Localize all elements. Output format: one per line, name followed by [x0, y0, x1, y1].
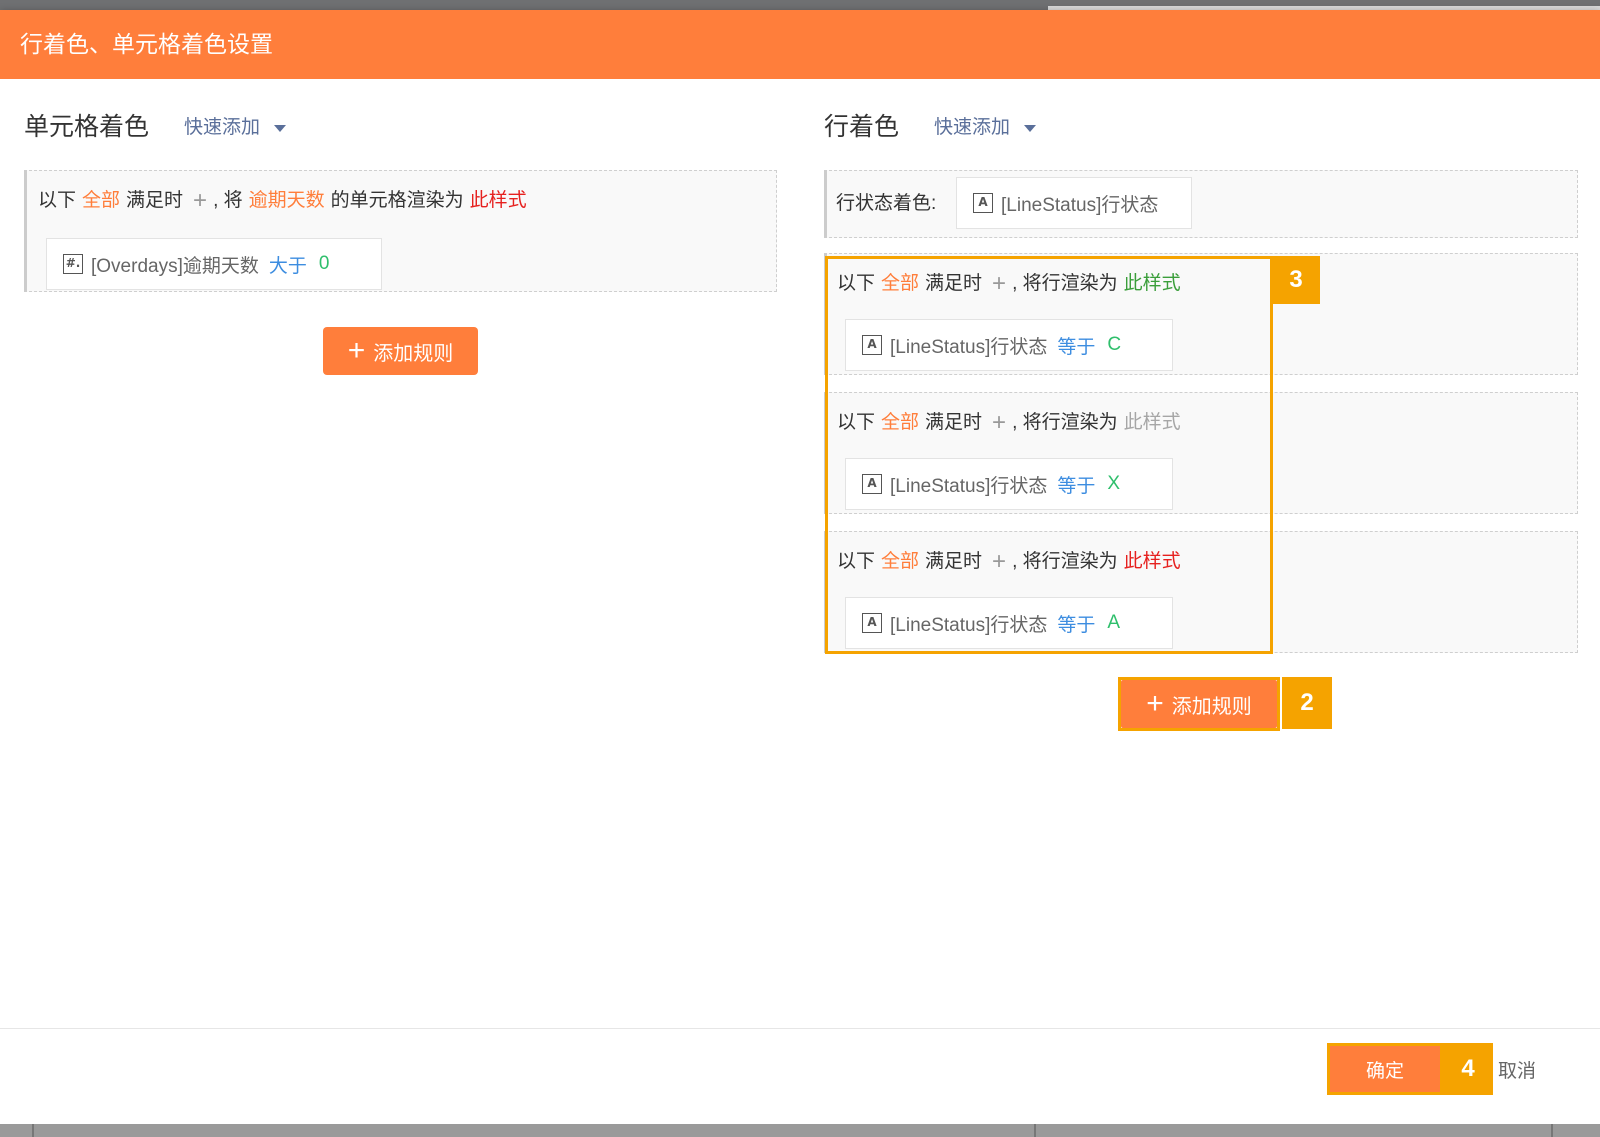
rule-box-bar	[24, 170, 27, 292]
rule-render-text: 的单元格渲染为	[330, 190, 464, 211]
rule-comma-will: , 将	[213, 190, 243, 211]
dialog-header: 行着色、单元格着色设置	[0, 10, 1600, 79]
backdrop-mark	[1034, 1124, 1036, 1137]
row-status-box	[824, 170, 1578, 238]
row-status-label: 行状态着色:	[836, 193, 937, 214]
condition-field: [Overdays]逾期天数	[91, 255, 259, 277]
rule-when: 满足时	[126, 190, 184, 211]
row-status-field-chip[interactable]: A [LineStatus]行状态	[956, 177, 1192, 229]
condition-value[interactable]: 0	[319, 253, 330, 275]
row-quick-add-dropdown[interactable]: 快速添加	[934, 115, 1037, 141]
chevron-down-icon	[1024, 124, 1037, 132]
cancel-button[interactable]: 取消	[1498, 1056, 1536, 1083]
rule-box-bar	[824, 170, 827, 238]
backdrop-mark	[1551, 1124, 1553, 1137]
chevron-down-icon	[274, 124, 287, 132]
add-rule-label: 添加规则	[373, 342, 454, 365]
cell-add-rule-button[interactable]: + 添加规则	[323, 327, 478, 375]
footer-divider	[0, 1028, 1600, 1029]
backdrop-top	[0, 0, 1600, 10]
ok-highlight-frame	[1327, 1043, 1443, 1095]
color-settings-dialog: 行着色、单元格着色设置 单元格着色 快速添加 以下 全部 满足时 + , 将 逾…	[0, 10, 1600, 1126]
rule-scope-toggle[interactable]: 全部	[82, 188, 120, 214]
ok-highlight-badge: 4	[1443, 1043, 1493, 1095]
rules-highlight-badge: 3	[1272, 256, 1320, 304]
cell-condition-chip[interactable]: #. [Overdays]逾期天数 大于 0	[46, 238, 382, 290]
text-field-icon: A	[973, 193, 993, 213]
cell-color-title: 单元格着色	[24, 113, 150, 141]
backdrop-mark	[32, 1124, 34, 1137]
cell-quick-add-dropdown[interactable]: 快速添加	[184, 115, 287, 141]
rules-highlight-frame	[825, 256, 1273, 654]
rule-prefix: 以下	[38, 190, 77, 211]
number-field-icon: #.	[63, 254, 83, 274]
backdrop-bottom	[0, 1124, 1600, 1137]
status-field: [LineStatus]行状态	[1001, 194, 1159, 216]
row-quick-add-label: 快速添加	[934, 117, 1011, 138]
plus-icon: +	[347, 334, 366, 367]
rule-style-link[interactable]: 此样式	[470, 188, 527, 214]
condition-operator[interactable]: 大于	[269, 251, 307, 278]
rule-target-field[interactable]: 逾期天数	[249, 188, 325, 214]
add-condition-plus-icon[interactable]: +	[193, 188, 207, 214]
add-rule-highlight-frame	[1118, 677, 1280, 731]
cell-quick-add-label: 快速添加	[184, 117, 261, 138]
cell-rule-line: 以下 全部 满足时 + , 将 逾期天数 的单元格渲染为 此样式	[38, 188, 533, 214]
add-rule-highlight-badge: 2	[1282, 677, 1332, 729]
row-color-title: 行着色	[824, 113, 900, 141]
dialog-title: 行着色、单元格着色设置	[20, 31, 273, 57]
